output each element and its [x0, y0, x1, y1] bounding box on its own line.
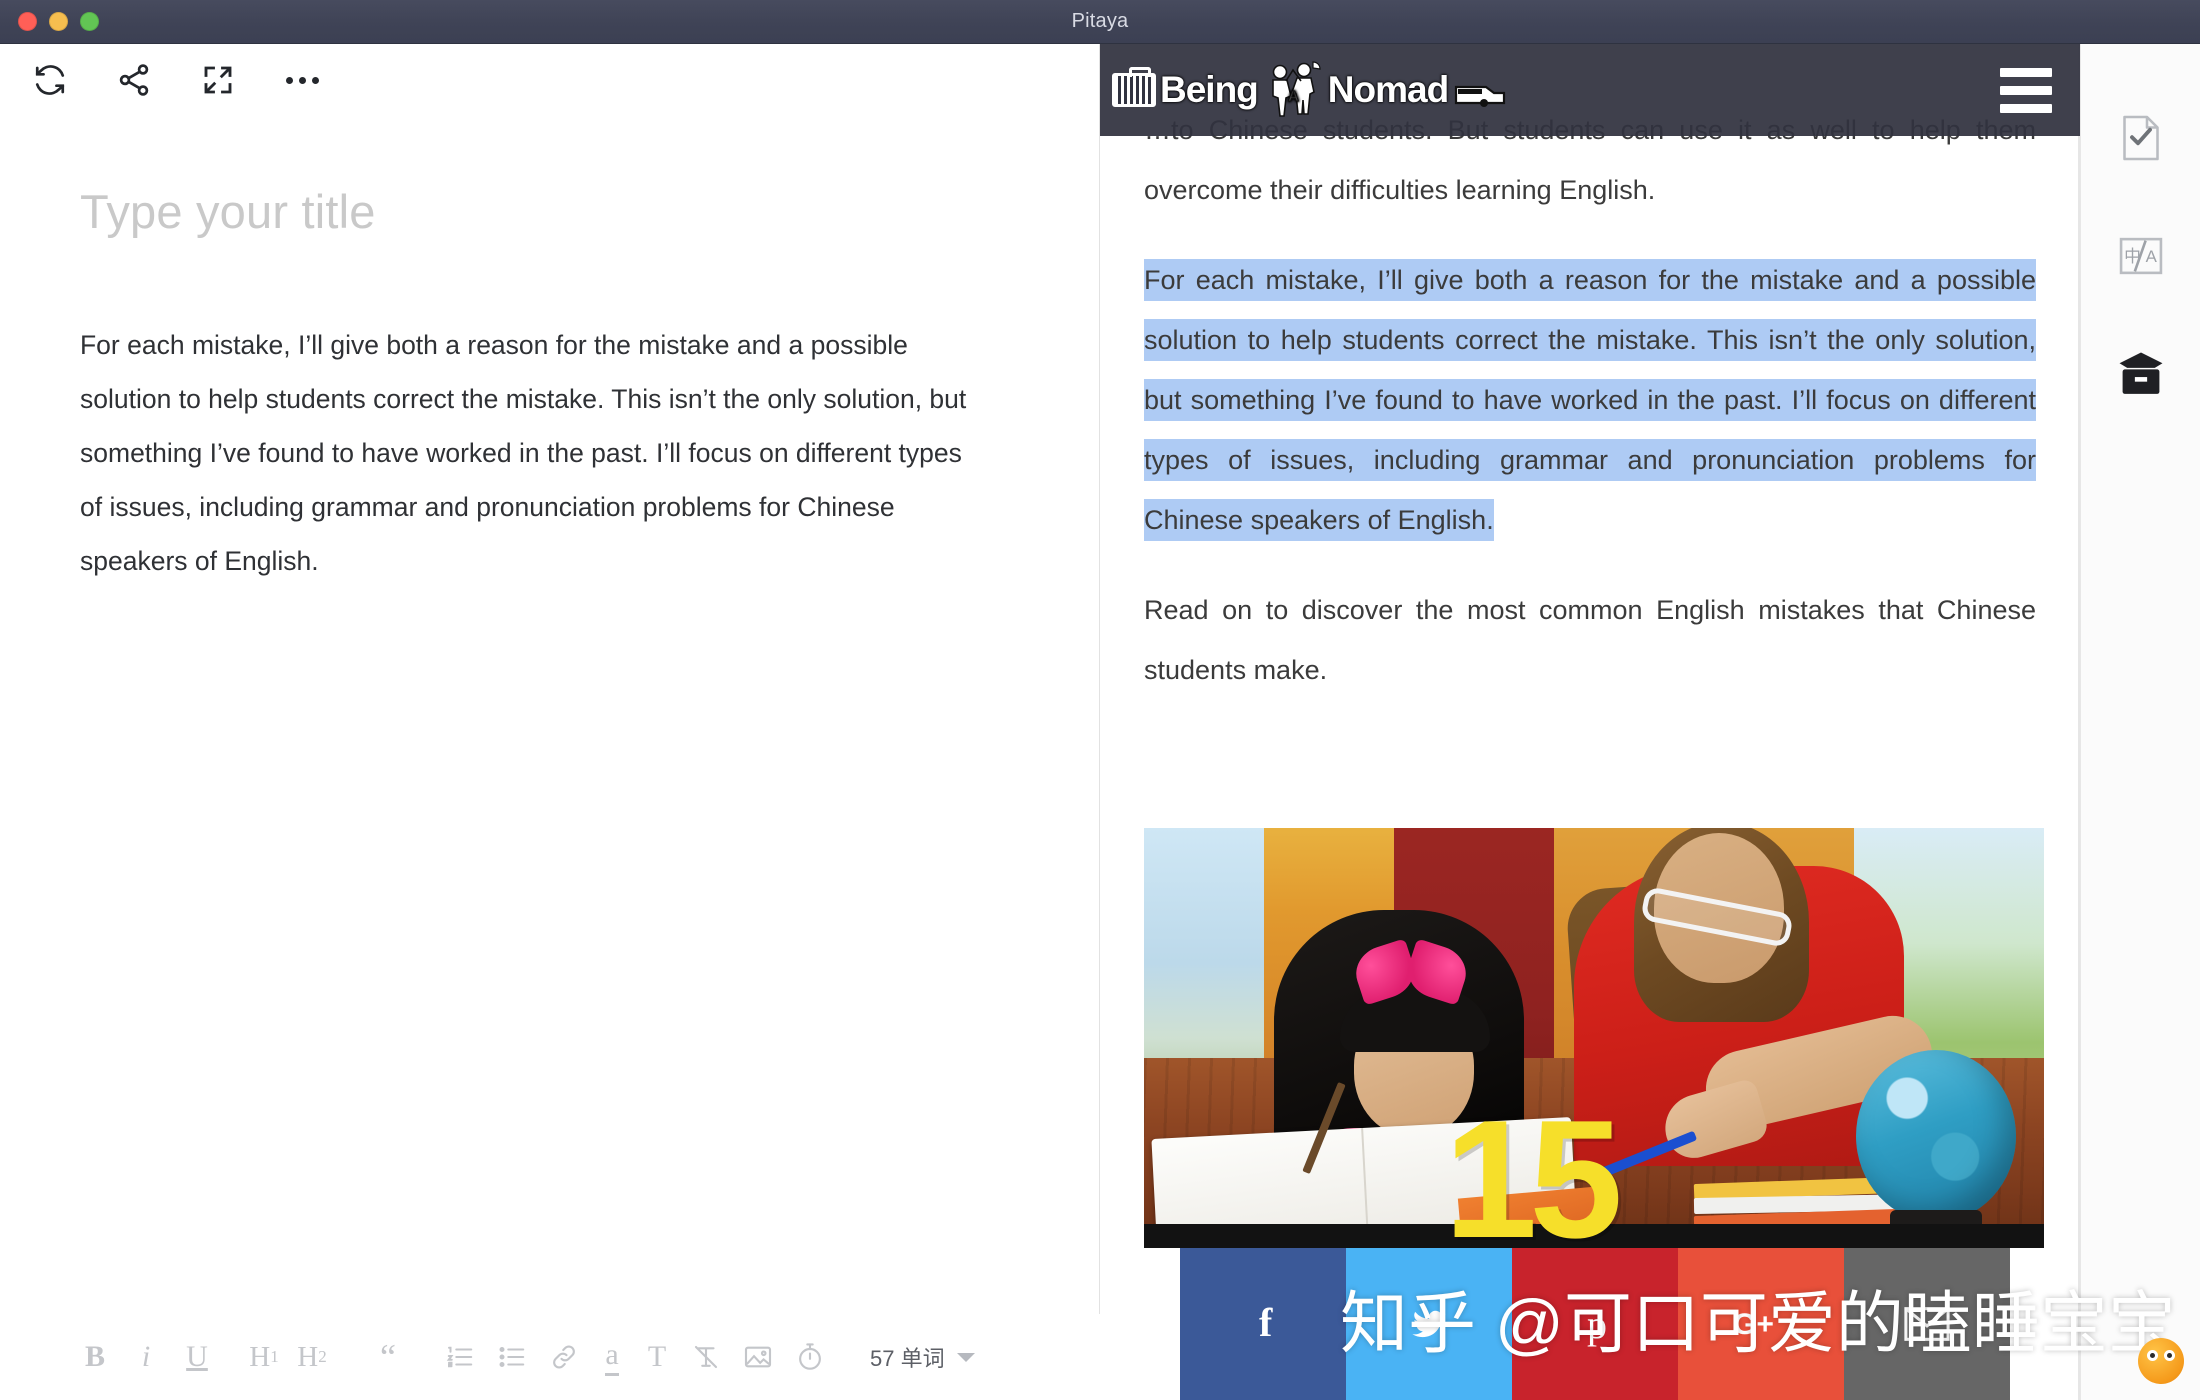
heading2-sub: 2 [318, 1347, 327, 1366]
heading2-label: H [297, 1340, 319, 1373]
highlight-glyph: a [605, 1338, 619, 1376]
site-logo[interactable]: Being A Nomad [1112, 61, 1508, 119]
email-share-button[interactable] [1844, 1248, 2010, 1400]
social-share-bar: f p G+ [1180, 1248, 2010, 1400]
minimize-button[interactable] [49, 12, 68, 31]
article-content: …to Chinese students. But students can u… [1100, 44, 2080, 730]
clear-format-icon[interactable] [680, 1336, 732, 1378]
blockquote-button[interactable]: “ [368, 1336, 408, 1378]
editor-pane: Type your title For each mistake, I’ll g… [0, 44, 1100, 1400]
italic-button[interactable]: i [134, 1336, 158, 1378]
share-icon[interactable] [110, 56, 158, 104]
site-header: Being A Nomad [1100, 44, 2080, 136]
twitter-share-button[interactable] [1346, 1248, 1512, 1400]
chevron-down-icon [956, 1352, 975, 1362]
image-badge-number: 15 [1444, 1085, 1623, 1248]
fullscreen-icon[interactable] [194, 56, 242, 104]
format-toolbar: B i U H1 H2 “ a T 57 单词 [0, 1314, 1100, 1400]
svg-text:p: p [1587, 1302, 1607, 1347]
highlight-button[interactable]: a [590, 1336, 634, 1378]
app-window: Pitaya Type your title For each mistake,… [0, 0, 2200, 1400]
document-title-placeholder[interactable]: Type your title [80, 184, 376, 239]
heading1-button[interactable]: H1 [244, 1336, 284, 1378]
text-style-button[interactable]: T [634, 1336, 680, 1378]
article-image: 15 [1144, 828, 2044, 1248]
bold-button[interactable]: B [78, 1336, 112, 1378]
hamburger-menu-icon[interactable] [2000, 67, 2052, 113]
googleplus-share-button[interactable]: G+ [1678, 1248, 1844, 1400]
window-title: Pitaya [1071, 10, 1129, 32]
archive-icon[interactable] [2113, 346, 2169, 402]
bullet-list-icon[interactable] [486, 1336, 538, 1378]
selected-text: For each mistake, I’ll give both a reaso… [1144, 259, 2036, 541]
svg-text:f: f [1259, 1300, 1273, 1345]
camper-van-icon [1452, 75, 1508, 107]
traffic-lights [18, 12, 99, 31]
logo-text-being: Being [1160, 69, 1259, 110]
word-count-selector[interactable]: 57 单词 [870, 1341, 975, 1373]
emoji-watermark-icon [2138, 1338, 2184, 1384]
suitcase-icon [1112, 67, 1156, 107]
image-icon[interactable] [732, 1336, 784, 1378]
editor-toolbar [0, 56, 326, 104]
document-body[interactable]: For each mistake, I’ll give both a reaso… [80, 318, 970, 588]
translate-icon[interactable]: 中 A [2113, 228, 2169, 284]
underline-button[interactable]: U [180, 1336, 214, 1378]
tutoring-photo: 15 [1144, 828, 2044, 1248]
grammar-check-icon[interactable] [2113, 110, 2169, 166]
heading1-sub: 1 [270, 1347, 279, 1366]
title-bar: Pitaya [0, 0, 2200, 44]
timer-icon[interactable] [784, 1336, 836, 1378]
svg-text:中: 中 [2124, 247, 2141, 266]
heading2-button[interactable]: H2 [292, 1336, 332, 1378]
link-icon[interactable] [538, 1336, 590, 1378]
right-sidebar: 中 A [2080, 44, 2200, 1400]
more-icon[interactable] [278, 56, 326, 104]
zoom-button[interactable] [80, 12, 99, 31]
article-paragraph-selected[interactable]: For each mistake, I’ll give both a reaso… [1144, 250, 2036, 550]
logo-text-nomad: Nomad [1327, 69, 1449, 110]
svg-text:A: A [2145, 247, 2157, 266]
pinterest-share-button[interactable]: p [1512, 1248, 1678, 1400]
ordered-list-icon[interactable] [434, 1336, 486, 1378]
heading1-label: H [249, 1340, 271, 1373]
svg-text:A: A [1288, 88, 1299, 105]
facebook-share-button[interactable]: f [1180, 1248, 1346, 1400]
close-button[interactable] [18, 12, 37, 31]
family-icon: A [1262, 61, 1324, 119]
svg-text:G+: G+ [1733, 1308, 1774, 1341]
word-count-label: 57 单词 [870, 1346, 945, 1371]
article-paragraph: Read on to discover the most common Engl… [1144, 595, 2036, 685]
sync-icon[interactable] [26, 56, 74, 104]
